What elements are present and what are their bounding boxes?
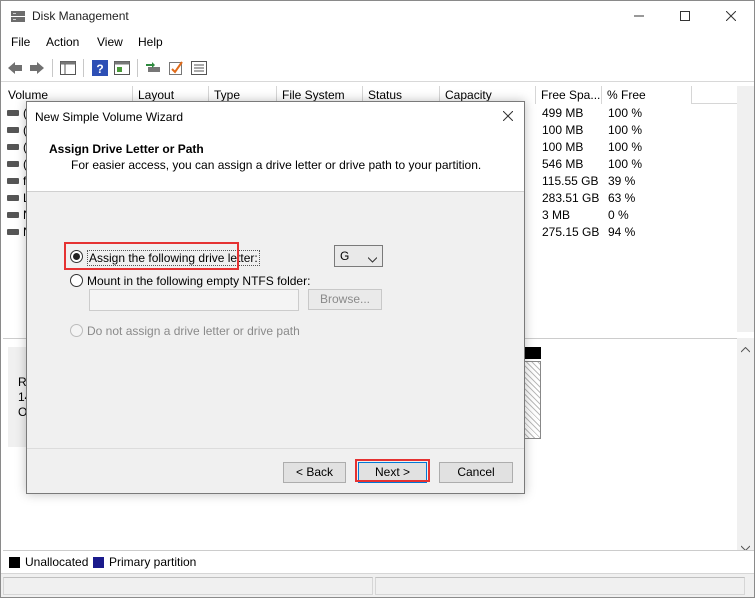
wizard-page-heading: Assign Drive Letter or Path (49, 142, 204, 156)
column-header-percent-free[interactable]: % Free (602, 86, 692, 104)
menu-bar: File Action View Help (1, 32, 754, 54)
maximize-button[interactable] (662, 1, 708, 32)
status-segment (375, 577, 745, 595)
no-letter-label[interactable]: Do not assign a drive letter or drive pa… (87, 324, 300, 338)
new-simple-volume-wizard-dialog: New Simple Volume Wizard Assign Drive Le… (26, 101, 525, 494)
free-space: 283.51 GB (542, 191, 600, 205)
disk-management-app-icon (10, 10, 26, 23)
primary-partition-swatch (93, 557, 104, 568)
close-window-button[interactable] (708, 1, 754, 32)
free-space: 100 MB (542, 123, 584, 137)
unallocated-partition-block[interactable] (523, 361, 541, 439)
wizard-title: New Simple Volume Wizard (35, 110, 184, 124)
drive-letter-dropdown[interactable]: G (334, 245, 383, 267)
percent-free: 100 % (608, 140, 643, 154)
scroll-up-icon[interactable] (740, 342, 751, 356)
close-icon (502, 110, 514, 124)
toolbar-separator (52, 59, 53, 77)
help-icon[interactable]: ? (91, 59, 109, 77)
toolbar-separator (83, 59, 84, 77)
drive-icon (7, 212, 19, 218)
drive-icon (7, 161, 19, 167)
wizard-page-description: For easier access, you can assign a driv… (71, 158, 482, 172)
mount-folder-radio[interactable] (70, 274, 83, 287)
svg-text:?: ? (96, 62, 103, 76)
next-button-highlight (355, 459, 430, 482)
console-tree-icon[interactable] (59, 59, 77, 77)
chevron-down-icon (367, 252, 378, 266)
percent-free: 100 % (608, 157, 643, 171)
menu-file[interactable]: File (11, 35, 30, 49)
checklist-icon[interactable] (167, 59, 185, 77)
wizard-body (27, 192, 524, 450)
mount-folder-label[interactable]: Mount in the following empty NTFS folder… (87, 274, 310, 288)
free-space: 275.15 GB (542, 225, 600, 239)
title-bar: Disk Management (1, 1, 754, 32)
maximize-icon (680, 10, 690, 24)
assign-letter-highlight (64, 242, 239, 270)
drive-icon (7, 178, 19, 184)
browse-button[interactable]: Browse... (308, 289, 382, 310)
cancel-button[interactable]: Cancel (439, 462, 513, 483)
drive-icon (7, 127, 19, 133)
legend-primary-partition: Primary partition (109, 555, 197, 569)
wizard-close-button[interactable] (495, 106, 521, 128)
unallocated-swatch (9, 557, 20, 568)
back-arrow-icon[interactable] (6, 59, 24, 77)
free-space: 546 MB (542, 157, 584, 171)
window-title: Disk Management (32, 9, 129, 23)
percent-free: 0 % (608, 208, 629, 222)
back-button[interactable]: < Back (283, 462, 346, 483)
unallocated-partition-header (523, 347, 541, 359)
drive-icon (7, 229, 19, 235)
minimize-button[interactable] (616, 1, 662, 32)
ntfs-folder-path-input[interactable] (89, 289, 299, 311)
connect-drive-icon[interactable] (144, 59, 162, 77)
percent-free: 100 % (608, 106, 643, 120)
toolbar: ? (1, 54, 754, 82)
drive-letter-value: G (340, 249, 350, 263)
toolbar-separator (137, 59, 138, 77)
legend-bar: Unallocated Primary partition (3, 550, 754, 572)
status-segment (3, 577, 373, 595)
forward-arrow-icon[interactable] (28, 59, 46, 77)
free-space: 499 MB (542, 106, 584, 120)
drive-icon (7, 144, 19, 150)
column-header-free-space[interactable]: Free Spa... (536, 86, 602, 104)
no-letter-radio[interactable] (70, 324, 83, 337)
properties-icon[interactable] (113, 59, 131, 77)
percent-free: 94 % (608, 225, 636, 239)
drive-icon (7, 195, 19, 201)
close-icon (725, 10, 737, 24)
status-bar (1, 573, 754, 597)
percent-free: 100 % (608, 123, 643, 137)
percent-free: 39 % (608, 174, 636, 188)
free-space: 100 MB (542, 140, 584, 154)
free-space: 3 MB (542, 208, 571, 222)
volume-list-scrollbar[interactable] (737, 86, 754, 332)
free-space: 115.55 GB (542, 174, 599, 188)
minimize-icon (634, 10, 644, 24)
drive-icon (7, 110, 19, 116)
menu-view[interactable]: View (97, 35, 123, 49)
graphical-view-scrollbar[interactable] (737, 338, 754, 552)
list-view-icon[interactable] (190, 59, 208, 77)
menu-action[interactable]: Action (46, 35, 79, 49)
menu-help[interactable]: Help (138, 35, 163, 49)
percent-free: 63 % (608, 191, 636, 205)
legend-unallocated: Unallocated (25, 555, 89, 569)
